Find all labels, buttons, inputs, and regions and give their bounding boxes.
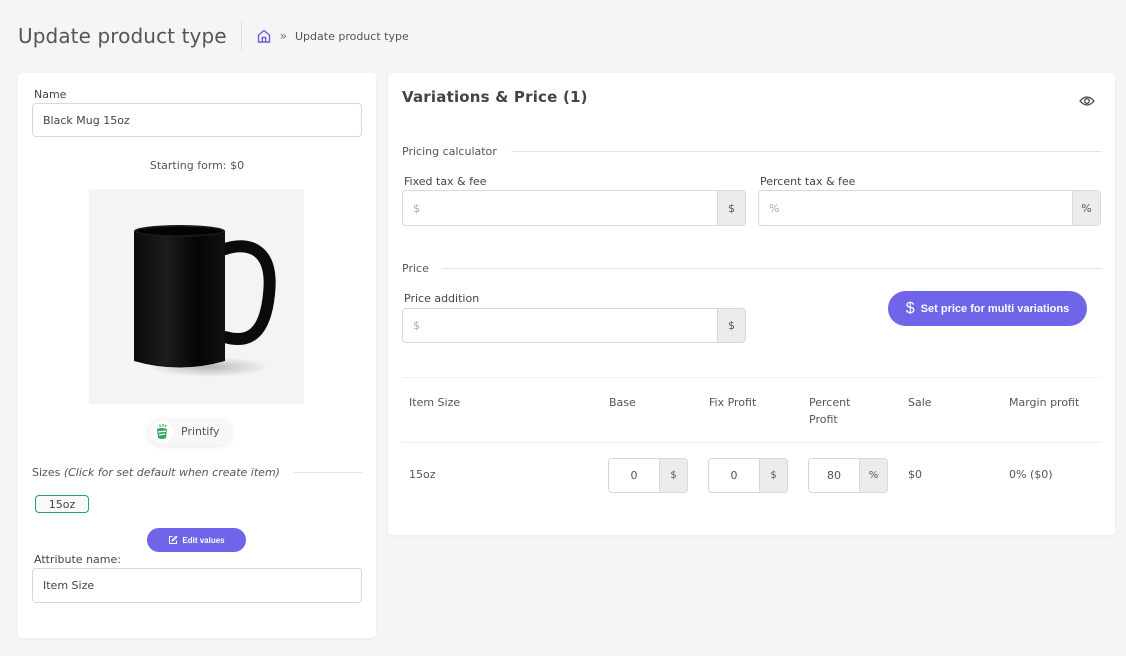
price-addition-input[interactable]: $ xyxy=(403,309,717,342)
percent-tax-addon: % xyxy=(1072,191,1100,225)
header-divider xyxy=(240,21,242,51)
th-sale: Sale xyxy=(908,396,932,409)
price-addition-addon: $ xyxy=(717,309,745,342)
set-price-multi-variations-button[interactable]: $ Set price for multi variations xyxy=(888,291,1087,326)
printify-logo-icon xyxy=(151,420,173,443)
name-label: Name xyxy=(34,88,67,101)
pricing-calculator-section: Pricing calculator xyxy=(402,145,1101,158)
percent-profit-input[interactable]: 80 xyxy=(809,459,859,492)
edit-values-button[interactable]: Edit values xyxy=(147,528,246,552)
percent-tax-input-group: % % xyxy=(758,190,1101,226)
price-addition-label: Price addition xyxy=(404,292,480,305)
table-header-border xyxy=(402,442,1101,443)
product-info-card: Name Black Mug 15oz Starting form: $0 Pr… xyxy=(18,73,376,638)
size-chip-15oz[interactable]: 15oz xyxy=(35,495,89,513)
dollar-icon: $ xyxy=(905,299,915,317)
page-header: Update product type » Update product typ… xyxy=(18,20,409,52)
set-price-multi-label: Set price for multi variations xyxy=(920,302,1070,315)
cell-sale: $0 xyxy=(908,468,922,481)
percent-tax-input[interactable]: % xyxy=(759,191,1072,225)
percent-tax-label: Percent tax & fee xyxy=(760,175,856,188)
page-title: Update product type xyxy=(18,24,227,48)
eye-icon[interactable] xyxy=(1079,92,1095,106)
fixed-tax-addon: $ xyxy=(717,191,745,225)
fix-profit-input-group: 0 $ xyxy=(708,458,788,493)
sizes-hint: (Click for set default when create item) xyxy=(63,466,280,479)
provider-name: Printify xyxy=(181,425,220,438)
sizes-header: Sizes (Click for set default when create… xyxy=(32,466,362,479)
variations-price-card: Variations & Price (1) Pricing calculato… xyxy=(388,73,1115,535)
fixed-tax-label: Fixed tax & fee xyxy=(404,175,487,188)
sizes-label: Sizes (Click for set default when create… xyxy=(32,466,280,479)
fixed-tax-input-group: $ $ xyxy=(402,190,746,226)
table-top-border xyxy=(402,377,1101,378)
attribute-name-input[interactable]: Item Size xyxy=(32,568,362,603)
fix-profit-addon: $ xyxy=(759,459,787,492)
cell-margin-profit: 0% ($0) xyxy=(1009,468,1053,481)
th-percent-profit: Percent Profit xyxy=(809,396,851,426)
product-image xyxy=(89,189,304,404)
edit-icon xyxy=(169,535,179,544)
base-addon: $ xyxy=(659,459,687,492)
attribute-name-label: Attribute name: xyxy=(34,553,121,566)
percent-profit-input-group: 80 % xyxy=(808,458,888,493)
starting-form-text: Starting form: $0 xyxy=(149,159,245,172)
th-fix-profit: Fix Profit xyxy=(709,396,757,409)
price-section-label: Price xyxy=(402,262,429,275)
base-input[interactable]: 0 xyxy=(609,459,659,492)
variations-title: Variations & Price (1) xyxy=(402,88,588,106)
breadcrumb-separator: » xyxy=(279,29,287,43)
price-section: Price xyxy=(402,262,1101,275)
home-icon[interactable] xyxy=(256,28,272,44)
divider xyxy=(510,151,1101,152)
divider xyxy=(442,268,1101,269)
percent-profit-addon: % xyxy=(859,459,887,492)
th-margin-profit: Margin profit xyxy=(1009,396,1080,409)
price-addition-input-group: $ $ xyxy=(402,308,746,343)
base-input-group: 0 $ xyxy=(608,458,688,493)
cell-item-size: 15oz xyxy=(409,468,436,481)
th-item-size: Item Size xyxy=(409,396,461,409)
pricing-calculator-label: Pricing calculator xyxy=(402,145,497,158)
fixed-tax-input[interactable]: $ xyxy=(403,191,717,225)
sizes-label-text: Sizes xyxy=(32,466,61,479)
edit-values-label: Edit values xyxy=(182,535,225,545)
fix-profit-input[interactable]: 0 xyxy=(709,459,759,492)
provider-chip-printify[interactable]: Printify xyxy=(148,418,232,445)
divider xyxy=(293,472,362,473)
breadcrumb-current: Update product type xyxy=(295,29,409,43)
th-base: Base xyxy=(609,396,636,409)
name-input[interactable]: Black Mug 15oz xyxy=(32,103,362,137)
